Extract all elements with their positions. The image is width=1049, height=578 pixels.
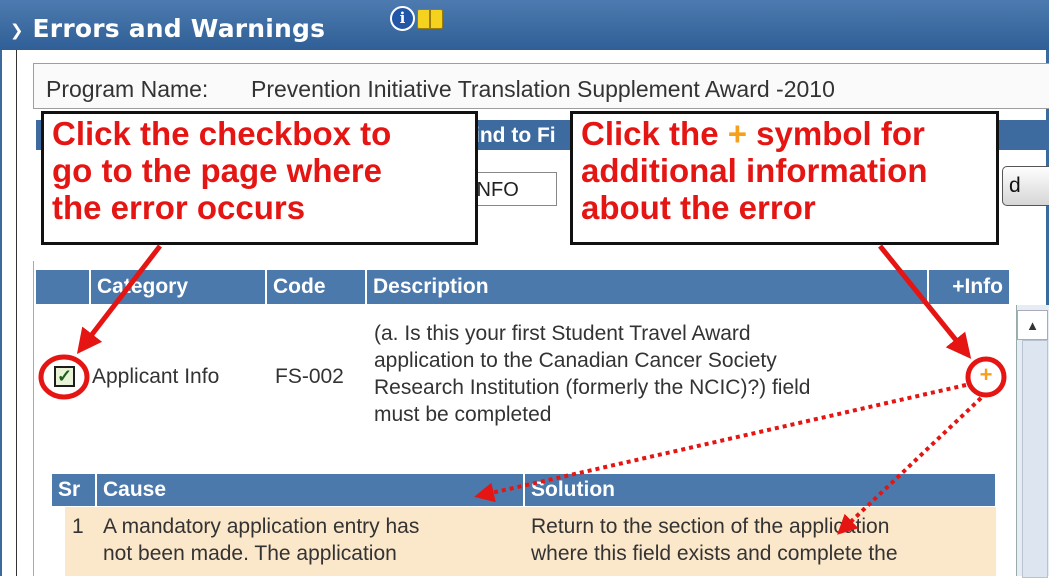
arrow-to-checkbox <box>76 244 162 354</box>
annotation-overlay <box>38 244 1007 535</box>
checkbox-highlight-circle <box>38 354 90 400</box>
plus-highlight-circle <box>965 356 1007 398</box>
dotted-arrow-to-cause <box>474 383 967 503</box>
arrow-to-plus <box>878 244 972 359</box>
dotted-arrow-to-solution <box>837 396 983 535</box>
